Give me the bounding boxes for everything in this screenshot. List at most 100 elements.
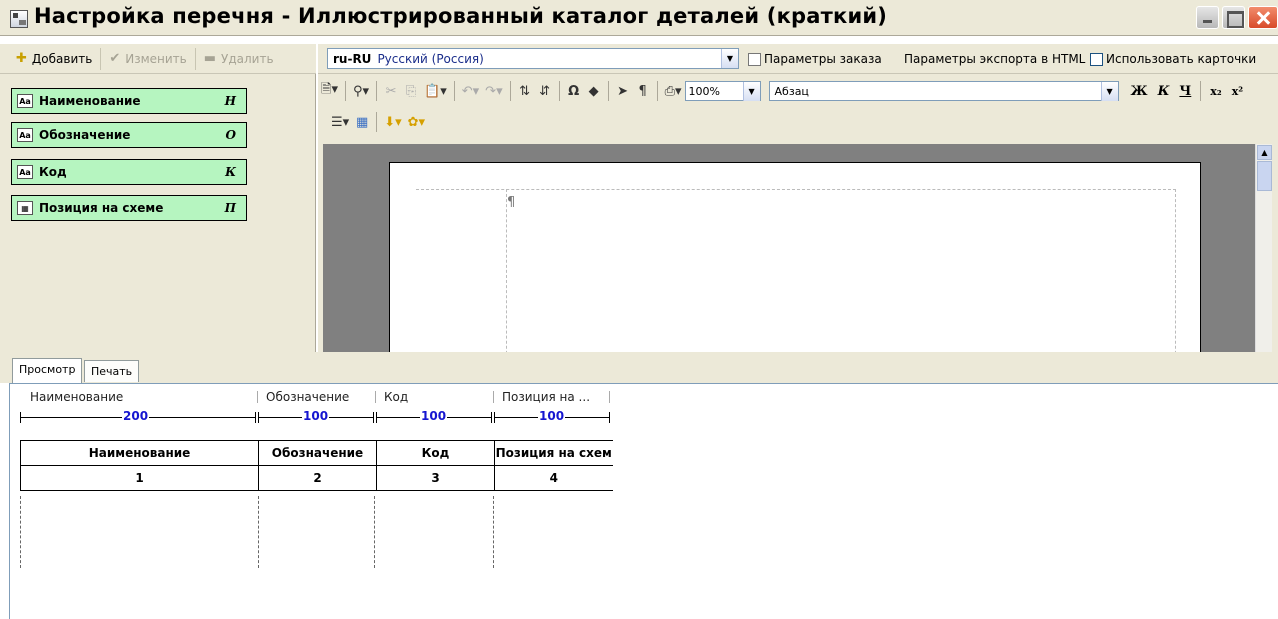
zoom-select[interactable]: 100% ▼ (684, 81, 761, 101)
tab-preview[interactable]: Просмотр (12, 358, 83, 383)
column-header-code[interactable]: Код (384, 388, 494, 406)
table-header-cell: Код (376, 440, 495, 466)
chevron-down-icon[interactable]: ▼ (721, 49, 738, 68)
title-bar: Настройка перечня - Иллюстрированный кат… (0, 0, 1278, 36)
zoom-value: 100% (688, 84, 720, 98)
toolbar-separator (558, 81, 560, 101)
field-item-name[interactable]: Aa Наименование Н (11, 88, 247, 114)
app-icon (10, 10, 28, 28)
bold-button[interactable]: Ж (1131, 84, 1148, 99)
use-cards-label: Использовать карточки (1106, 52, 1257, 66)
maximize-button[interactable] (1222, 6, 1245, 29)
list-toolbar: ☰▾ ▦ ⬇▾ ✿▾ (318, 108, 428, 136)
document-page[interactable]: ¶ (389, 162, 1201, 369)
tab-print[interactable]: Печать (84, 360, 140, 382)
document-icon[interactable]: 🗎▾ (321, 81, 338, 101)
field-key: Н (224, 94, 236, 108)
language-code: ru-RU (333, 51, 372, 66)
print-icon[interactable]: ⎙▾ (665, 81, 682, 101)
bullet-list-icon[interactable]: ☰▾ (331, 112, 349, 132)
insert-object-icon[interactable]: ✿▾ (408, 112, 425, 132)
field-label: Код (39, 165, 67, 179)
text-field-icon: Aa (17, 165, 33, 179)
insert-cursor-icon[interactable]: ➤ (616, 81, 630, 101)
tag-icon[interactable]: ◆ (587, 81, 601, 101)
table-header-cell: Обозначение (258, 440, 377, 466)
omega-symbol-icon[interactable]: Ω (567, 81, 581, 101)
italic-button[interactable]: К (1158, 84, 1170, 99)
column-guide (258, 496, 259, 568)
document-canvas[interactable]: ¶ (323, 144, 1255, 369)
toolbar-separator (376, 81, 378, 101)
column-guide (20, 496, 21, 568)
undo-icon[interactable]: ↶▾ (462, 81, 479, 101)
text-field-icon: Aa (17, 94, 33, 108)
use-cards-checkbox[interactable]: Использовать карточки (1090, 50, 1256, 68)
preview-panel: Наименование Обозначение Код Позиция на … (9, 383, 1278, 619)
scroll-up-icon[interactable]: ▲ (1257, 145, 1272, 160)
column-guide (493, 496, 494, 568)
pilcrow-icon[interactable]: ¶ (636, 81, 650, 101)
minimize-button[interactable] (1196, 6, 1219, 29)
order-params-button[interactable]: Параметры заказа (748, 50, 882, 68)
underline-button[interactable]: Ч (1179, 84, 1191, 99)
paragraph-style-select[interactable]: Абзац ▼ (768, 81, 1119, 101)
sort-ascending-icon[interactable]: ⇅ (518, 81, 532, 101)
checkbox-icon (1090, 52, 1103, 66)
cut-icon[interactable]: ✂ (384, 81, 398, 101)
paste-icon[interactable]: 📋▾ (424, 81, 447, 101)
chevron-down-icon[interactable]: ▼ (742, 82, 760, 101)
export-html-params-label: Параметры экспорта в HTML (904, 52, 1086, 66)
column-header-position[interactable]: Позиция на ... (502, 388, 610, 406)
plus-icon: ✚ (16, 51, 27, 66)
field-key: О (225, 128, 236, 142)
table-cell: 1 (20, 465, 259, 491)
column-header-label: Наименование (30, 390, 124, 404)
chevron-down-icon[interactable]: ▼ (1100, 82, 1118, 101)
toolbar-separator (1200, 81, 1202, 101)
insert-field-icon[interactable]: ⬇▾ (384, 112, 401, 132)
find-icon[interactable]: ⚲▾ (353, 81, 369, 101)
preview-table: Наименование Обозначение Код Позиция на … (20, 440, 613, 491)
page-margin-guide (506, 189, 507, 369)
column-divider[interactable] (493, 391, 494, 403)
edit-button[interactable]: ✔ Изменить (100, 47, 194, 70)
diagram-position-icon: ▦ (17, 201, 33, 215)
column-divider[interactable] (257, 391, 258, 403)
field-label: Позиция на схеме (39, 201, 164, 215)
export-html-params-button[interactable]: Параметры экспорта в HTML (904, 50, 1085, 68)
table-header-cell: Позиция на схем (494, 440, 613, 466)
column-header-name[interactable]: Наименование (30, 388, 258, 406)
copy-icon[interactable]: ⎘ (404, 81, 418, 101)
redo-icon[interactable]: ↷▾ (485, 81, 502, 101)
column-guide (374, 496, 375, 568)
minus-icon: ▬ (203, 51, 217, 66)
table-header-cell: Наименование (20, 440, 259, 466)
table-icon[interactable]: ▦ (355, 112, 369, 132)
ruler-tick (20, 412, 21, 423)
scroll-thumb[interactable] (1257, 161, 1272, 191)
table-cell: 3 (376, 465, 495, 491)
subscript-button[interactable]: x₂ (1210, 85, 1221, 98)
field-item-designation[interactable]: Aa Обозначение О (11, 122, 247, 148)
delete-button[interactable]: ▬ Удалить (194, 47, 282, 70)
sort-descending-icon[interactable]: ⇵ (538, 81, 552, 101)
field-label: Обозначение (39, 128, 131, 142)
order-params-label: Параметры заказа (764, 52, 882, 66)
window-title: Настройка перечня - Иллюстрированный кат… (34, 4, 888, 28)
field-key: П (224, 201, 236, 215)
add-button[interactable]: ✚ Добавить (8, 48, 100, 70)
close-button[interactable] (1248, 6, 1278, 29)
toolbar-separator (509, 81, 511, 101)
superscript-button[interactable]: x² (1232, 85, 1243, 98)
tab-bar: Просмотр Печать (0, 357, 1278, 383)
vertical-scrollbar[interactable]: ▲ (1255, 144, 1272, 352)
column-header-designation[interactable]: Обозначение (266, 388, 376, 406)
field-label: Наименование (39, 94, 141, 108)
column-divider[interactable] (609, 391, 610, 403)
toolbar-separator (376, 112, 378, 132)
field-item-position[interactable]: ▦ Позиция на схеме П (11, 195, 247, 221)
language-select[interactable]: ru-RU Русский (Россия) ▼ (327, 48, 739, 69)
column-divider[interactable] (375, 391, 376, 403)
field-item-code[interactable]: Aa Код К (11, 159, 247, 185)
